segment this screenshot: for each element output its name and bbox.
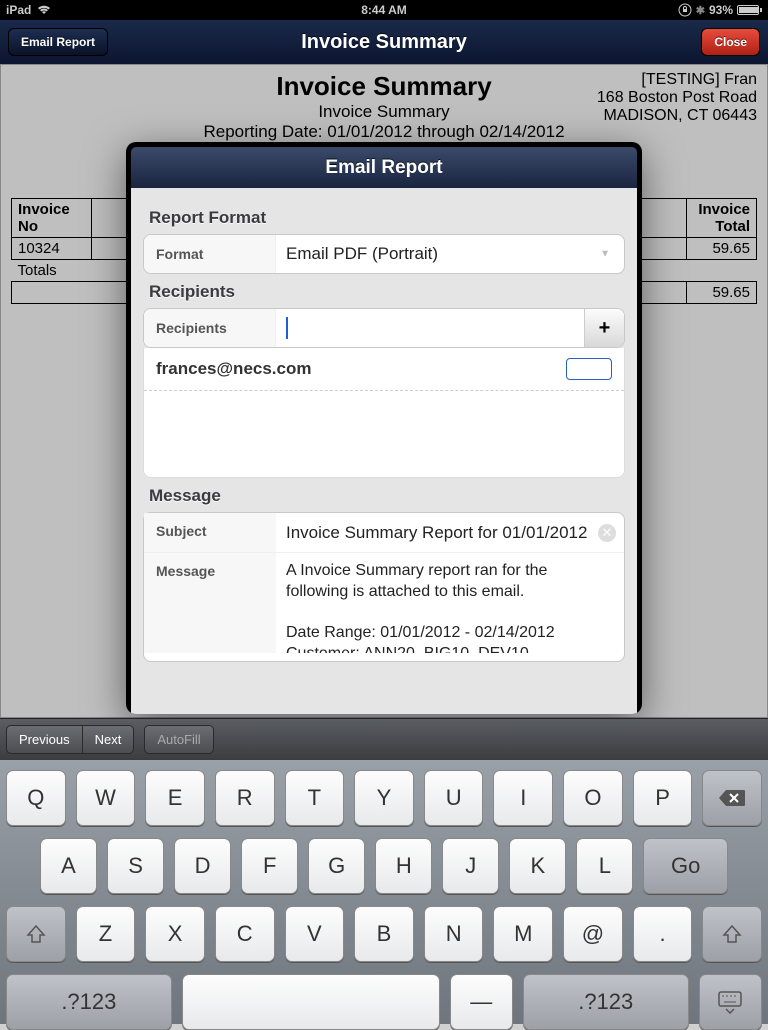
bluetooth-icon: ✱ xyxy=(696,4,705,17)
next-button[interactable]: Next xyxy=(83,725,135,754)
email-report-button[interactable]: Email Report xyxy=(8,28,108,56)
key-q[interactable]: Q xyxy=(6,770,66,826)
recipient-item[interactable]: frances@necs.com xyxy=(144,348,624,391)
autofill-button[interactable]: AutoFill xyxy=(144,725,213,754)
key-f[interactable]: F xyxy=(241,838,298,894)
key-z[interactable]: Z xyxy=(76,906,136,962)
orientation-lock-icon xyxy=(678,3,692,17)
keyboard-row-4: .?123 — .?123 xyxy=(6,974,762,1030)
key-go[interactable]: Go xyxy=(643,838,728,894)
nav-bar: Email Report Invoice Summary Close xyxy=(0,20,768,64)
keyboard: Q W E R T Y U I O P A S D F G H J K L Go… xyxy=(0,760,768,1024)
key-u[interactable]: U xyxy=(424,770,484,826)
key-b[interactable]: B xyxy=(354,906,414,962)
battery-icon xyxy=(737,5,762,15)
key-r[interactable]: R xyxy=(215,770,275,826)
key-d[interactable]: D xyxy=(174,838,231,894)
email-report-modal: Email Report Report Format Format Email … xyxy=(126,142,642,714)
key-g[interactable]: G xyxy=(308,838,365,894)
key-h[interactable]: H xyxy=(375,838,432,894)
add-recipient-button[interactable]: + xyxy=(584,309,624,347)
key-t[interactable]: T xyxy=(285,770,345,826)
key-l[interactable]: L xyxy=(576,838,633,894)
recipients-input[interactable] xyxy=(276,309,584,347)
format-dropdown[interactable]: Format Email PDF (Portrait) ▼ xyxy=(143,234,625,274)
status-bar: iPad 8:44 AM ✱ 93% xyxy=(0,0,768,20)
message-label: Message xyxy=(144,553,276,653)
keyboard-row-3: Z X C V B N M @ . xyxy=(6,906,762,962)
key-at[interactable]: @ xyxy=(563,906,623,962)
key-m[interactable]: M xyxy=(493,906,553,962)
format-section-title: Report Format xyxy=(149,208,625,228)
message-textarea[interactable]: A Invoice Summary report ran for the fol… xyxy=(276,553,624,653)
format-label: Format xyxy=(144,235,276,273)
key-j[interactable]: J xyxy=(442,838,499,894)
key-space[interactable] xyxy=(182,974,440,1030)
message-section-title: Message xyxy=(149,486,625,506)
recipient-email: frances@necs.com xyxy=(156,359,311,379)
key-a[interactable]: A xyxy=(40,838,97,894)
key-i[interactable]: I xyxy=(493,770,553,826)
chevron-down-icon: ▼ xyxy=(600,249,610,260)
text-cursor xyxy=(286,317,288,339)
key-v[interactable]: V xyxy=(285,906,345,962)
recipients-label: Recipients xyxy=(144,309,276,347)
key-hide-keyboard[interactable] xyxy=(699,974,762,1030)
key-shift-right[interactable] xyxy=(702,906,762,962)
key-c[interactable]: C xyxy=(215,906,275,962)
format-value: Email PDF (Portrait) xyxy=(286,244,438,264)
key-backspace[interactable] xyxy=(702,770,762,826)
key-p[interactable]: P xyxy=(633,770,693,826)
key-k[interactable]: K xyxy=(509,838,566,894)
key-shift-left[interactable] xyxy=(6,906,66,962)
previous-button[interactable]: Previous xyxy=(6,725,83,754)
subject-text: Invoice Summary Report for 01/01/2012 xyxy=(286,523,587,542)
key-s[interactable]: S xyxy=(107,838,164,894)
keyboard-row-2: A S D F G H J K L Go xyxy=(6,838,762,894)
key-x[interactable]: X xyxy=(145,906,205,962)
modal-title: Email Report xyxy=(126,142,642,188)
device-label: iPad xyxy=(6,3,31,17)
subject-label: Subject xyxy=(144,513,276,552)
key-n[interactable]: N xyxy=(424,906,484,962)
clock: 8:44 AM xyxy=(361,3,407,17)
key-w[interactable]: W xyxy=(76,770,136,826)
recipients-section-title: Recipients xyxy=(149,282,625,302)
key-o[interactable]: O xyxy=(563,770,623,826)
page-title: Invoice Summary xyxy=(0,31,768,54)
close-button[interactable]: Close xyxy=(701,28,760,56)
key-undo[interactable]: — xyxy=(450,974,513,1030)
battery-pct: 93% xyxy=(709,3,733,17)
keyboard-row-1: Q W E R T Y U I O P xyxy=(6,770,762,826)
key-numbers-left[interactable]: .?123 xyxy=(6,974,172,1030)
key-e[interactable]: E xyxy=(145,770,205,826)
recipient-list: frances@necs.com xyxy=(143,348,625,478)
key-numbers-right[interactable]: .?123 xyxy=(523,974,689,1030)
wifi-icon xyxy=(37,5,51,15)
keyboard-accessory: Previous Next AutoFill xyxy=(0,718,768,760)
key-y[interactable]: Y xyxy=(354,770,414,826)
clear-subject-button[interactable]: ✕ xyxy=(598,524,616,542)
subject-input[interactable]: Invoice Summary Report for 01/01/2012 ✕ xyxy=(276,515,624,551)
key-period[interactable]: . xyxy=(633,906,693,962)
recipient-action-button[interactable] xyxy=(566,358,612,380)
